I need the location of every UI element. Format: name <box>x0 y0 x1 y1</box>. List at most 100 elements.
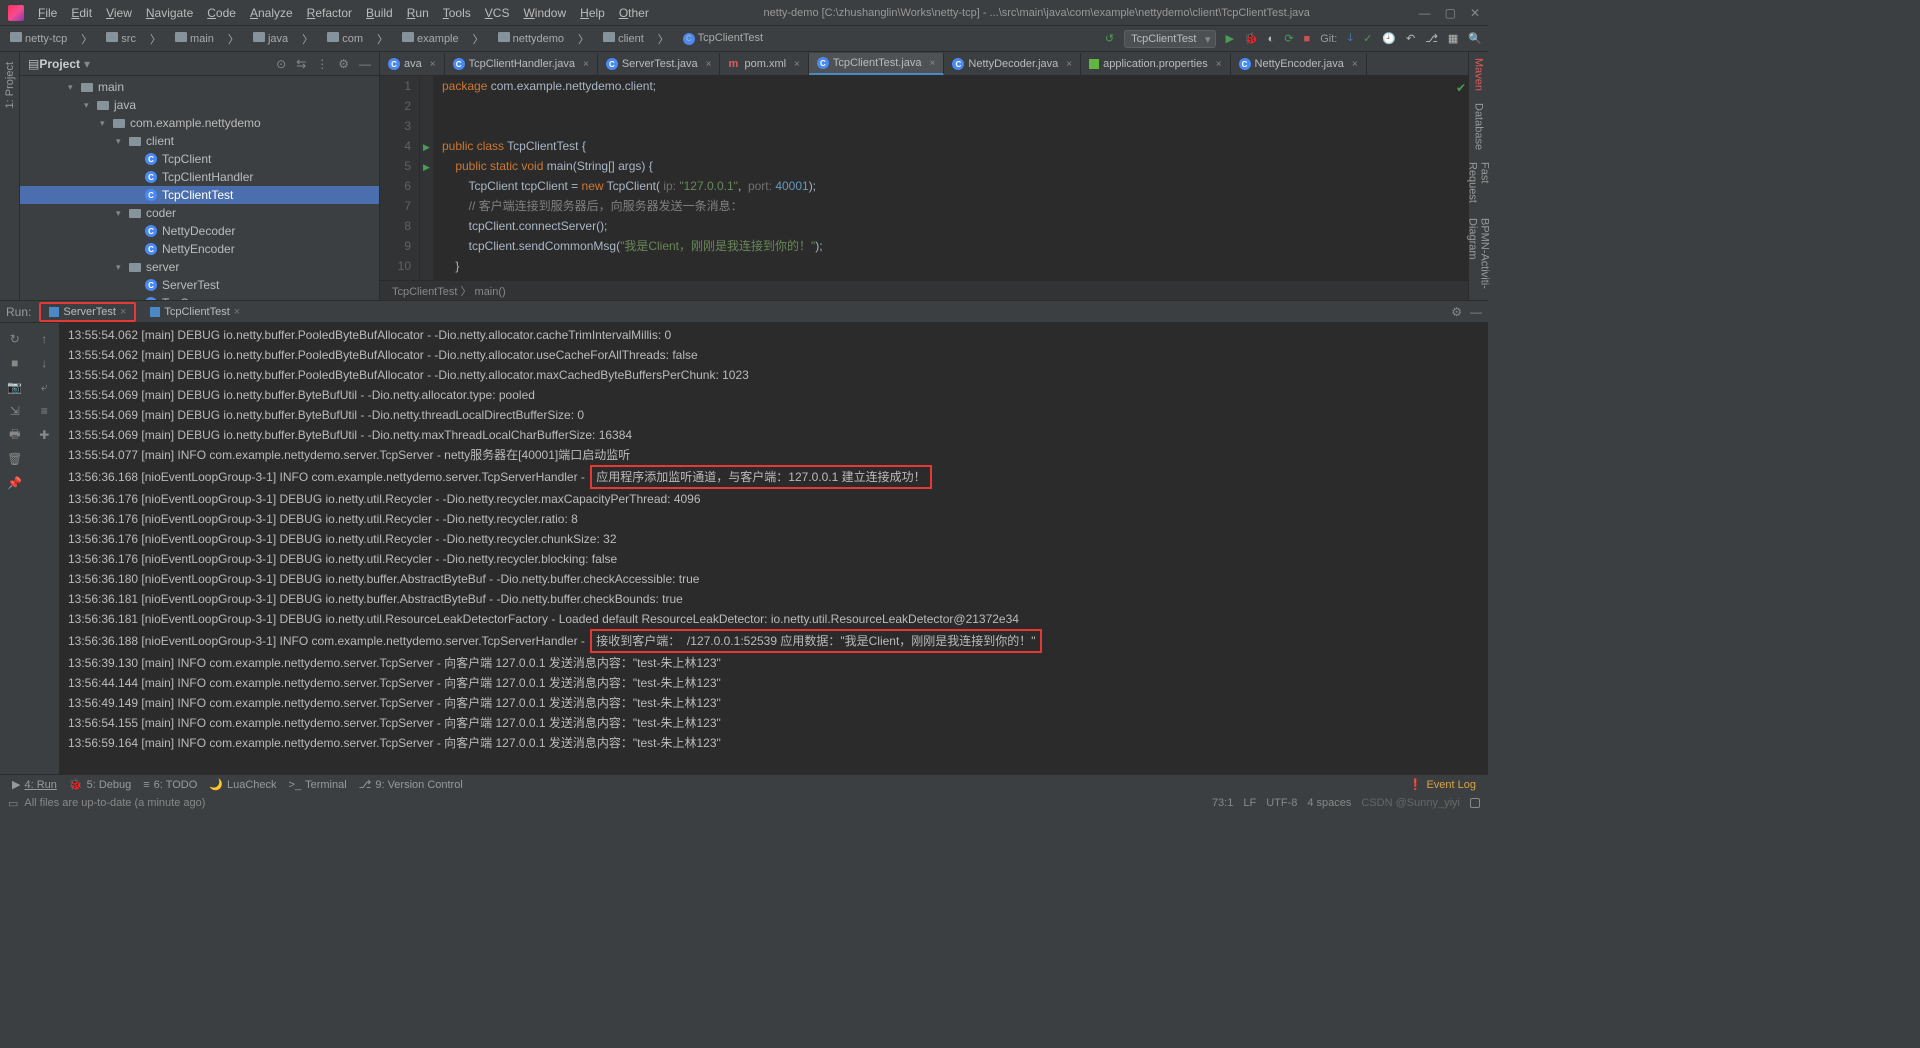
tree-node[interactable]: CNettyEncoder <box>20 240 379 258</box>
run-down-icon[interactable]: ↓ <box>30 351 60 375</box>
dump-icon[interactable]: 📷 <box>0 375 30 399</box>
breadcrumb[interactable]: netty-tcp〉 src〉 main〉 java〉 com〉 example… <box>6 30 767 48</box>
print-icon[interactable]: 🖶 <box>0 423 30 447</box>
run-hide-icon[interactable]: — <box>1470 305 1482 319</box>
hide-icon[interactable]: — <box>359 57 371 71</box>
tab-close-icon[interactable]: × <box>1066 59 1072 70</box>
git-commit-icon[interactable]: ✓ <box>1363 32 1372 45</box>
editor-tab[interactable]: application.properties× <box>1081 53 1230 75</box>
exit-icon[interactable]: ⇲ <box>0 399 30 423</box>
menu-run[interactable]: Run <box>401 4 435 22</box>
tree-node[interactable]: CServerTest <box>20 276 379 294</box>
run-icon[interactable]: ▶ <box>1226 32 1234 45</box>
breadcrumb-item[interactable]: src <box>102 31 140 46</box>
editor-tab[interactable]: CTcpClientHandler.java× <box>445 53 598 75</box>
line-separator[interactable]: LF <box>1243 797 1256 809</box>
caret-position[interactable]: 73:1 <box>1212 797 1233 809</box>
git-history-icon[interactable]: 🕘 <box>1382 32 1396 45</box>
menu-tools[interactable]: Tools <box>437 4 477 22</box>
bottom-tool-terminal[interactable]: >_Terminal <box>283 778 353 791</box>
lock-icon[interactable] <box>1470 798 1480 808</box>
project-tree[interactable]: ▾main▾java▾com.example.nettydemo▾clientC… <box>20 76 379 300</box>
menu-edit[interactable]: Edit <box>65 4 98 22</box>
editor-tab[interactable]: mpom.xml× <box>720 53 808 75</box>
tab-close-icon[interactable]: × <box>794 59 800 70</box>
breadcrumb-item[interactable]: java <box>249 31 292 46</box>
indent-info[interactable]: 4 spaces <box>1307 797 1351 809</box>
coverage-icon[interactable]: ◐ <box>1268 33 1275 45</box>
tree-node[interactable]: CNettyDecoder <box>20 222 379 240</box>
maximize-icon[interactable]: ▢ <box>1445 6 1456 20</box>
select-opened-icon[interactable]: ⊙ <box>276 57 286 71</box>
tree-node[interactable]: ▾java <box>20 96 379 114</box>
menu-window[interactable]: Window <box>517 4 572 22</box>
sync-icon[interactable]: ↺ <box>1105 32 1114 45</box>
bottom-tool-luacheck[interactable]: 🌙LuaCheck <box>203 778 282 791</box>
tab-close-icon[interactable]: × <box>583 59 589 70</box>
tree-node[interactable]: CTcpClientHandler <box>20 168 379 186</box>
inspection-ok-icon[interactable]: ✔ <box>1456 78 1466 98</box>
maven-tool-button[interactable]: Maven <box>1473 52 1485 97</box>
trash-icon[interactable]: 🗑 <box>0 447 30 471</box>
tree-node[interactable]: ▾coder <box>20 204 379 222</box>
git-branch-icon[interactable]: ⎇ <box>1425 32 1438 45</box>
breadcrumb-item[interactable]: main <box>171 31 218 46</box>
wrap-icon[interactable]: ⤶ <box>30 375 60 399</box>
tab-close-icon[interactable]: × <box>1352 59 1358 70</box>
tree-node[interactable]: CTcpClientTest <box>20 186 379 204</box>
menu-build[interactable]: Build <box>360 4 399 22</box>
stop-process-icon[interactable]: ■ <box>0 351 30 375</box>
editor-tab[interactable]: Cava× <box>380 53 445 75</box>
menu-other[interactable]: Other <box>613 4 655 22</box>
stop-icon[interactable]: ■ <box>1304 33 1311 45</box>
tab-close-icon[interactable]: × <box>430 59 436 70</box>
tree-node[interactable]: CTcpClient <box>20 150 379 168</box>
scroll-icon[interactable]: ≡ <box>30 399 60 423</box>
menu-help[interactable]: Help <box>574 4 611 22</box>
tree-node[interactable]: CTcpServer <box>20 294 379 300</box>
event-log-button[interactable]: ❗ Event Log <box>1403 778 1482 791</box>
tab-close-icon[interactable]: × <box>706 59 712 70</box>
menu-code[interactable]: Code <box>201 4 242 22</box>
breadcrumb-item[interactable]: C TcpClientTest <box>679 31 767 46</box>
tool-windows-icon[interactable]: ▭ <box>8 797 18 810</box>
menu-view[interactable]: View <box>100 4 138 22</box>
profile-icon[interactable]: ⟳ <box>1284 32 1293 45</box>
run-tab[interactable]: TcpClientTest × <box>142 302 248 322</box>
settings-icon[interactable]: ⚙ <box>338 57 349 71</box>
bottom-tool-debug[interactable]: 🐞5: Debug <box>63 778 137 791</box>
git-revert-icon[interactable]: ↶ <box>1406 32 1415 45</box>
rerun-icon[interactable]: ↻ <box>0 327 30 351</box>
editor-tab[interactable]: CNettyEncoder.java× <box>1231 53 1367 75</box>
editor-tab[interactable]: CServerTest.java× <box>598 53 721 75</box>
menu-navigate[interactable]: Navigate <box>140 4 199 22</box>
collapse-icon[interactable]: ⋮ <box>316 57 328 71</box>
expand-icon[interactable]: ⇆ <box>296 57 306 71</box>
search-icon[interactable]: 🔍 <box>1468 32 1482 45</box>
close-icon[interactable]: ✕ <box>1470 6 1480 20</box>
tree-node[interactable]: ▾server <box>20 258 379 276</box>
project-title[interactable]: Project <box>39 57 80 71</box>
tree-node[interactable]: ▾com.example.nettydemo <box>20 114 379 132</box>
run-tab[interactable]: ServerTest × <box>39 302 136 322</box>
breadcrumb-item[interactable]: com <box>323 31 367 46</box>
bottom-tool-todo[interactable]: ≡6: TODO <box>137 778 203 791</box>
bottom-tool-run[interactable]: ▶4: Run <box>6 778 63 791</box>
pin-icon[interactable]: 📌 <box>0 471 30 495</box>
run-config-select[interactable]: TcpClientTest <box>1124 30 1215 48</box>
bottom-tool-versioncontrol[interactable]: ⎇9: Version Control <box>353 778 469 791</box>
git-update-icon[interactable]: 🡓 <box>1347 29 1353 48</box>
project-tool-button[interactable]: 1: Project <box>4 56 16 114</box>
breadcrumb-item[interactable]: client <box>599 31 648 46</box>
database-tool-button[interactable]: Database <box>1473 97 1485 156</box>
code-editor[interactable]: 1234567891011 ▶▶ package com.example.net… <box>380 76 1468 280</box>
tab-close-icon[interactable]: × <box>930 58 936 69</box>
breadcrumb-item[interactable]: example <box>398 31 463 46</box>
debug-icon[interactable]: 🐞 <box>1244 32 1258 45</box>
fastrequest-tool-button[interactable]: Fast Request <box>1467 156 1491 212</box>
breadcrumb-item[interactable]: netty-tcp <box>6 31 71 46</box>
tab-close-icon[interactable]: × <box>1216 59 1222 70</box>
console-output[interactable]: 13:55:54.062 [main] DEBUG io.netty.buffe… <box>60 323 1488 774</box>
minimize-icon[interactable]: — <box>1419 6 1431 20</box>
ide-structure-icon[interactable]: ▦ <box>1448 32 1458 45</box>
